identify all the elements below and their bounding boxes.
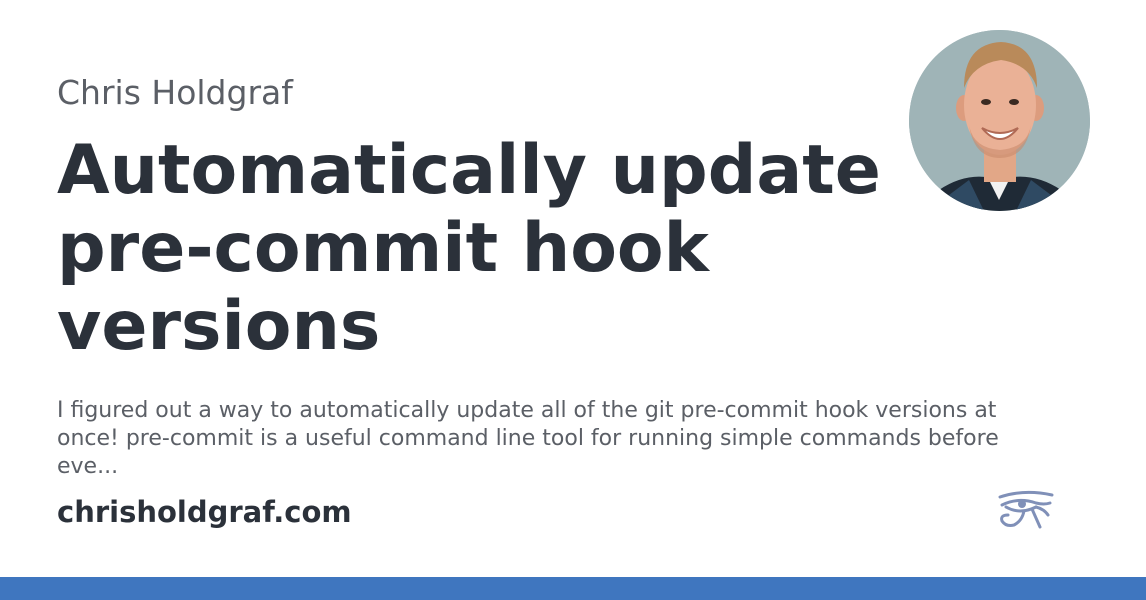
eye-of-horus-logo-icon xyxy=(996,489,1054,531)
author-name: Chris Holdgraf xyxy=(57,73,293,112)
post-title: Automatically update pre-commit hook ver… xyxy=(57,131,881,366)
avatar-portrait-icon xyxy=(909,30,1090,211)
author-avatar xyxy=(909,30,1090,211)
post-description: I figured out a way to automatically upd… xyxy=(57,398,999,479)
site-domain: chrisholdgraf.com xyxy=(57,495,352,529)
bottom-accent-bar xyxy=(0,577,1146,600)
